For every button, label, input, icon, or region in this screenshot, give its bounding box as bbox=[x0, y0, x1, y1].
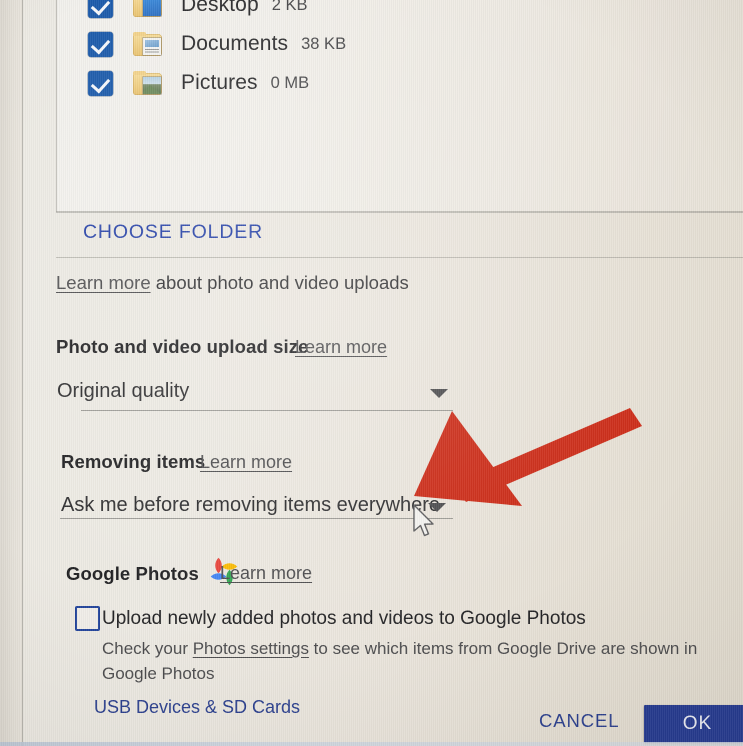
checkbox-unchecked-icon[interactable] bbox=[75, 606, 100, 631]
window-left-gutter bbox=[0, 0, 22, 746]
ok-button[interactable]: OK bbox=[644, 705, 743, 743]
preferences-dialog: Desktop 2 KB Documents 38 KB Pictures 0 … bbox=[23, 0, 743, 746]
chevron-down-icon[interactable] bbox=[430, 389, 448, 398]
photo-video-uploads-note: Learn more about photo and video uploads bbox=[56, 272, 409, 294]
select-underline bbox=[81, 410, 453, 411]
google-photos-heading: Google Photos bbox=[66, 563, 199, 584]
folder-size: 0 MB bbox=[270, 73, 310, 92]
folder-size: 38 KB bbox=[301, 34, 347, 53]
folder-list-item-pictures[interactable]: Pictures 0 MB bbox=[57, 64, 309, 102]
cancel-button[interactable]: CANCEL bbox=[539, 710, 619, 732]
learn-more-link-upload-size[interactable]: Learn more bbox=[295, 337, 387, 358]
upload-size-selected-value: Original quality bbox=[57, 380, 190, 402]
checkbox-checked-icon[interactable] bbox=[88, 70, 113, 96]
screenshot-root: Desktop 2 KB Documents 38 KB Pictures 0 … bbox=[0, 0, 743, 746]
upload-size-select[interactable]: Original quality bbox=[48, 380, 456, 418]
divider bbox=[56, 211, 743, 212]
select-underline bbox=[60, 518, 453, 519]
sub-note-before: Check your bbox=[102, 639, 193, 658]
folder-list-item-desktop[interactable]: Desktop 2 KB bbox=[57, 0, 308, 24]
learn-more-link-uploads[interactable]: Learn more bbox=[56, 272, 151, 293]
upload-to-google-photos-label: Upload newly added photos and videos to … bbox=[102, 608, 586, 629]
removing-items-heading: Removing items bbox=[61, 451, 206, 472]
folder-name: Documents bbox=[181, 32, 289, 55]
removing-items-select[interactable]: Ask me before removing items everywhere bbox=[52, 494, 452, 532]
checkbox-checked-icon[interactable] bbox=[88, 31, 113, 57]
folder-name: Pictures bbox=[181, 71, 258, 94]
folder-documents-icon bbox=[133, 31, 163, 57]
google-photos-sub-note: Check your Photos settings to see which … bbox=[102, 636, 702, 686]
upload-size-heading: Photo and video upload size bbox=[56, 336, 309, 357]
screen-bottom-edge bbox=[0, 742, 743, 746]
learn-more-link-google-photos[interactable]: Learn more bbox=[220, 563, 312, 584]
folder-list-panel: Desktop 2 KB Documents 38 KB Pictures 0 … bbox=[56, 0, 743, 213]
folder-desktop-icon bbox=[133, 0, 163, 18]
usb-devices-sd-cards-link[interactable]: USB Devices & SD Cards bbox=[94, 697, 300, 718]
folder-name: Desktop bbox=[181, 0, 259, 16]
uploads-note-text: about photo and video uploads bbox=[150, 272, 409, 293]
divider bbox=[56, 257, 743, 258]
chevron-down-icon[interactable] bbox=[428, 503, 446, 512]
photos-settings-link[interactable]: Photos settings bbox=[193, 639, 309, 658]
folder-pictures-icon bbox=[133, 70, 163, 96]
folder-size: 2 KB bbox=[271, 0, 308, 14]
checkbox-checked-icon[interactable] bbox=[88, 0, 113, 18]
learn-more-link-removing-items[interactable]: Learn more bbox=[200, 452, 292, 473]
removing-items-selected-value: Ask me before removing items everywhere bbox=[61, 494, 441, 516]
choose-folder-button[interactable]: CHOOSE FOLDER bbox=[83, 221, 263, 244]
folder-list-item-documents[interactable]: Documents 38 KB bbox=[57, 25, 346, 63]
